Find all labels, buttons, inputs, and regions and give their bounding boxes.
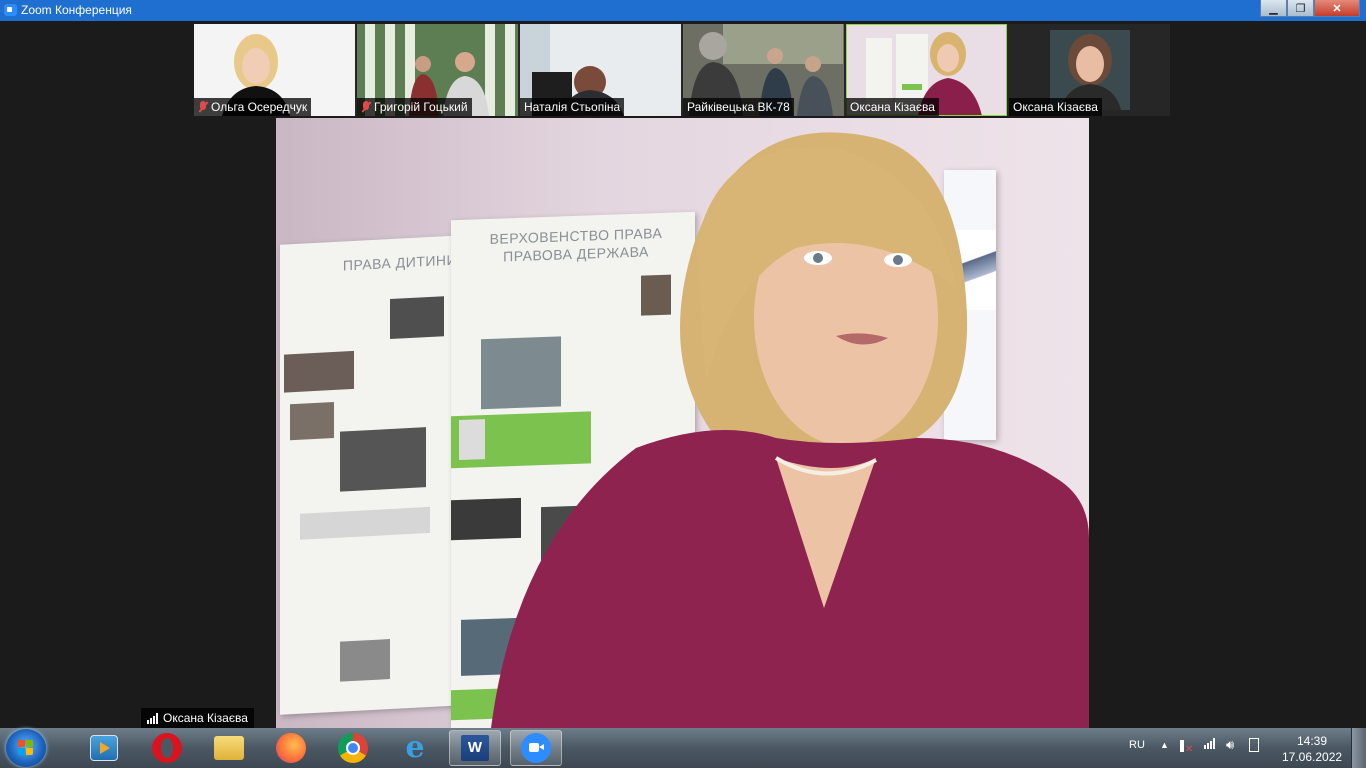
language-indicator[interactable]: RU (1129, 739, 1145, 751)
participant-tile[interactable]: Оксана Кізаєва (1009, 24, 1170, 116)
zoom-icon (521, 733, 551, 763)
power-icon[interactable] (1249, 738, 1259, 752)
folder-icon (214, 736, 244, 760)
show-desktop-button[interactable] (1351, 728, 1366, 768)
action-center-icon[interactable]: ✕ (1180, 738, 1194, 755)
internet-explorer-icon: e (405, 730, 425, 765)
window-title: Zoom Конференция (21, 3, 132, 17)
participant-tile[interactable]: Ольга Осередчук (194, 24, 355, 116)
restore-button[interactable]: ❐ (1287, 0, 1314, 17)
show-hidden-icons-button[interactable]: ▲ (1160, 740, 1169, 750)
signal-strength-icon (147, 712, 158, 724)
participant-tile[interactable]: Райківецька ВК-78 (683, 24, 844, 116)
participant-tile-active[interactable]: Оксана Кізаєва (846, 24, 1007, 116)
windows-taskbar: e W RU ▲ ✕ 🔊︎ 14:39 17.06.2022 (0, 728, 1366, 768)
muted-mic-icon (361, 101, 371, 113)
taskbar-firefox[interactable] (265, 730, 317, 766)
muted-mic-icon (198, 101, 208, 113)
participant-name: Оксана Кізаєва (850, 100, 935, 114)
taskbar-opera[interactable] (141, 730, 193, 766)
clock[interactable]: 14:39 17.06.2022 (1282, 733, 1342, 765)
zoom-app-icon (4, 4, 17, 16)
taskbar-media-player[interactable] (78, 730, 130, 766)
taskbar-file-explorer[interactable] (203, 730, 255, 766)
chrome-icon (338, 733, 368, 763)
participant-name: Ольга Осередчук (211, 100, 308, 114)
taskbar-word[interactable]: W (449, 730, 501, 766)
close-button[interactable]: ✕ (1314, 0, 1360, 17)
active-speaker-video: ПРАВА ДИТИНИ ВЕРХОВЕНСТВО ПРАВА ПРАВОВА … (276, 118, 1089, 728)
clock-date: 17.06.2022 (1282, 750, 1343, 764)
network-icon[interactable] (1204, 738, 1215, 749)
participant-name: Райківецька ВК-78 (687, 100, 790, 114)
firefox-icon (276, 733, 306, 763)
opera-icon (152, 733, 182, 763)
participant-tile[interactable]: Григорій Гоцький (357, 24, 518, 116)
clock-time: 14:39 (1296, 734, 1328, 748)
participant-name: Наталія Стьопіна (524, 100, 621, 114)
speaker-figure (491, 132, 1089, 728)
taskbar-internet-explorer[interactable]: e (389, 730, 441, 766)
start-button[interactable] (6, 729, 46, 767)
windows-logo-icon (18, 740, 34, 756)
volume-icon[interactable]: 🔊︎ (1226, 737, 1234, 753)
window-titlebar: Zoom Конференция ▁ ❐ ✕ (0, 0, 1366, 21)
minimize-button[interactable]: ▁ (1260, 0, 1287, 17)
taskbar-chrome[interactable] (327, 730, 379, 766)
participant-name: Григорій Гоцький (374, 100, 468, 114)
speaker-name: Оксана Кізаєва (163, 711, 248, 725)
system-tray: RU ▲ ✕ 🔊︎ 14:39 17.06.2022 (1106, 728, 1366, 768)
participant-name: Оксана Кізаєва (1013, 100, 1098, 114)
taskbar-zoom[interactable] (510, 730, 562, 766)
speaker-name-tag: Оксана Кізаєва (141, 708, 254, 728)
participant-tile[interactable]: Наталія Стьопіна (520, 24, 681, 116)
word-icon: W (461, 735, 489, 761)
gallery-strip: Ольга Осередчук Григорій Гоцький Наталія… (194, 24, 1170, 116)
window-controls: ▁ ❐ ✕ (1260, 0, 1360, 17)
media-player-icon (90, 735, 118, 761)
